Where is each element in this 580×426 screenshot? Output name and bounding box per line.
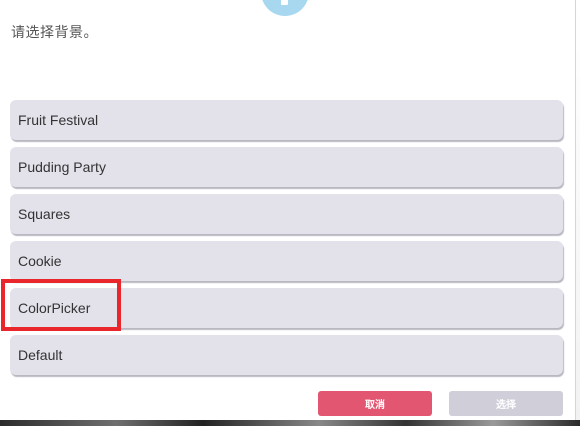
option-label: ColorPicker [18,300,91,316]
option-label: Default [18,347,63,363]
option-label: Squares [18,206,71,222]
background-options-list: Fruit Festival Pudding Party Squares Coo… [10,100,563,382]
option-default[interactable]: Default [10,335,563,375]
info-icon-glyph [281,0,288,5]
option-pudding-party[interactable]: Pudding Party [10,147,563,187]
background-picker-dialog: 请选择背景。 Fruit Festival Pudding Party Squa… [0,0,580,426]
option-colorpicker[interactable]: ColorPicker [10,288,563,328]
info-icon [261,0,309,16]
option-label: Fruit Festival [18,112,99,128]
option-fruit-festival[interactable]: Fruit Festival [10,100,563,140]
select-button[interactable]: 选择 [449,391,563,416]
scrollbar-edge [575,0,580,426]
option-squares[interactable]: Squares [10,194,563,234]
option-cookie[interactable]: Cookie [10,241,563,281]
option-label: Pudding Party [18,159,106,175]
background-strip [0,420,580,426]
dialog-prompt: 请选择背景。 [11,25,98,41]
cancel-button[interactable]: 取消 [318,391,432,416]
option-label: Cookie [18,253,62,269]
